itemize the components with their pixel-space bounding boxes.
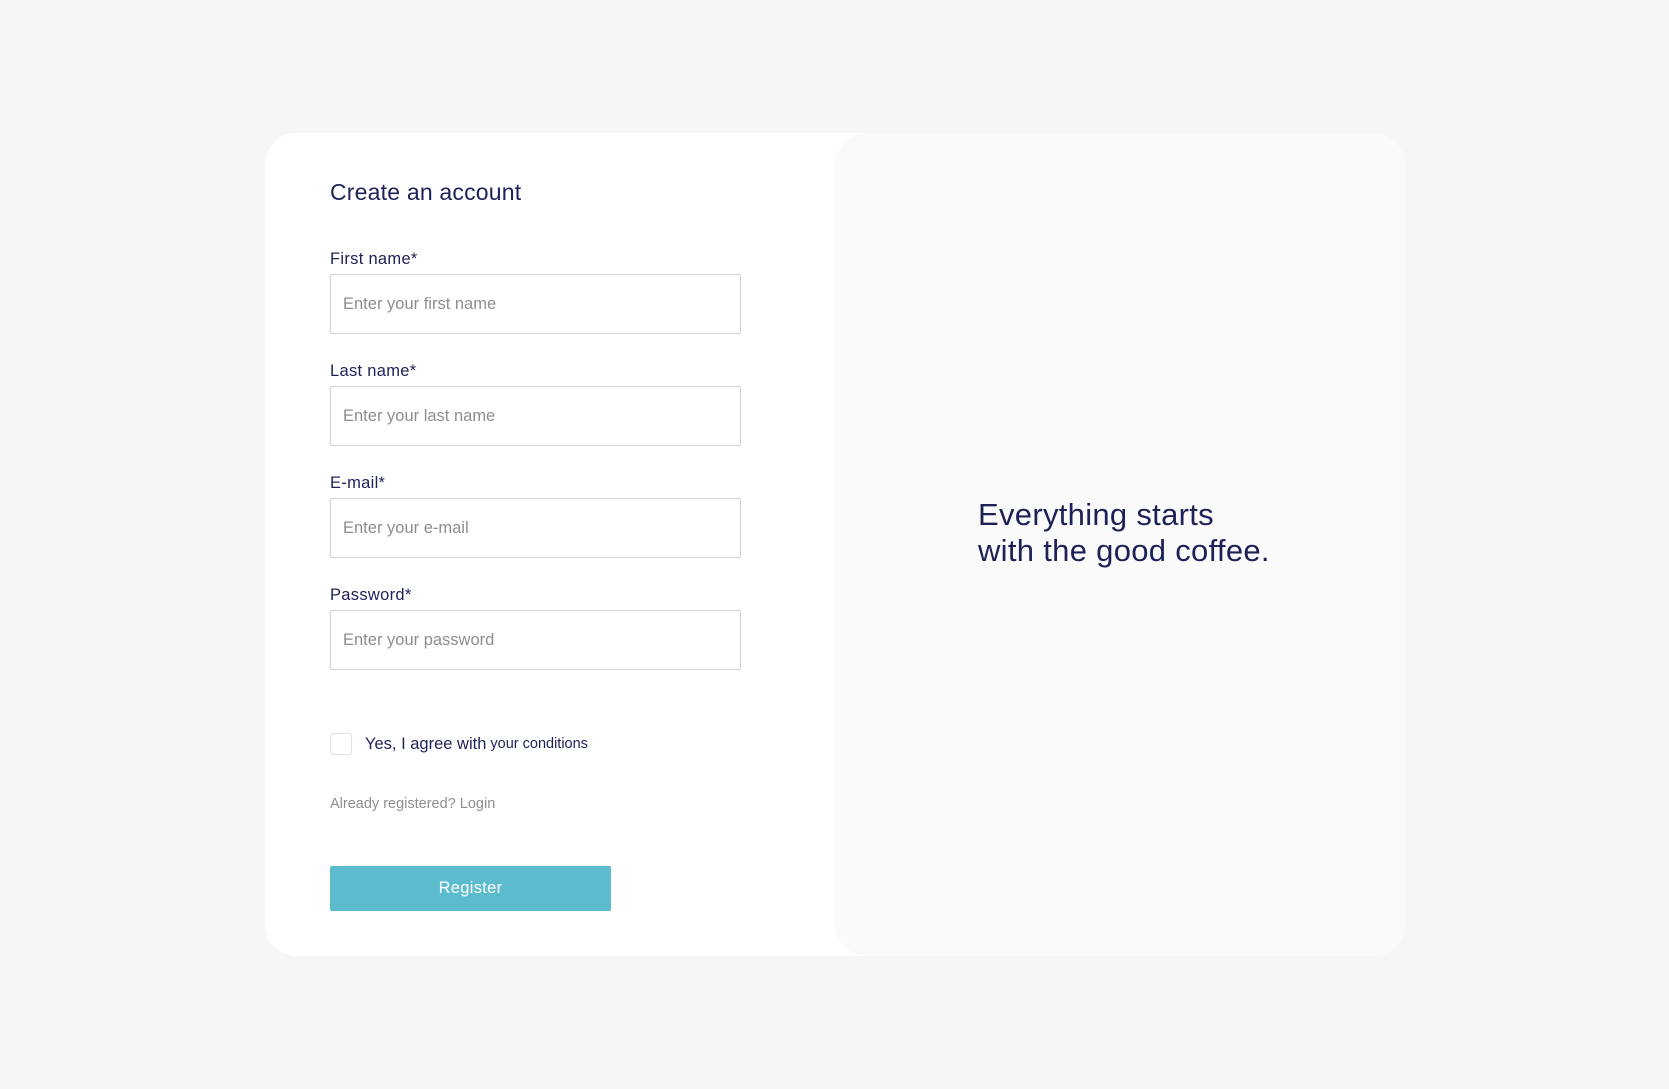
register-card: Create an account First name* Last name*…: [265, 133, 1405, 956]
tagline: Everything starts with the good coffee.: [978, 497, 1270, 568]
first-name-group: First name*: [330, 249, 742, 334]
side-panel: Everything starts with the good coffee.: [835, 133, 1405, 956]
login-row: Already registered? Login: [330, 796, 495, 812]
register-button[interactable]: Register: [330, 866, 611, 911]
conditions-link[interactable]: your conditions: [490, 736, 588, 752]
last-name-label: Last name*: [330, 362, 417, 380]
password-input[interactable]: [330, 610, 741, 670]
agree-row: Yes, I agree with your conditions: [330, 733, 588, 755]
password-group: Password*: [330, 585, 742, 670]
email-input[interactable]: [330, 498, 741, 558]
register-form: Create an account First name* Last name*…: [265, 133, 835, 956]
agree-label: Yes, I agree with: [365, 734, 487, 753]
first-name-label: First name*: [330, 250, 418, 268]
last-name-input[interactable]: [330, 386, 741, 446]
page-title: Create an account: [330, 179, 522, 205]
last-name-group: Last name*: [330, 361, 742, 446]
login-link[interactable]: Login: [460, 796, 495, 812]
password-label: Password*: [330, 586, 412, 604]
email-label: E-mail*: [330, 474, 386, 492]
first-name-input[interactable]: [330, 274, 741, 334]
login-prompt: Already registered?: [330, 796, 456, 812]
agree-checkbox[interactable]: [330, 733, 352, 755]
email-group: E-mail*: [330, 473, 742, 558]
